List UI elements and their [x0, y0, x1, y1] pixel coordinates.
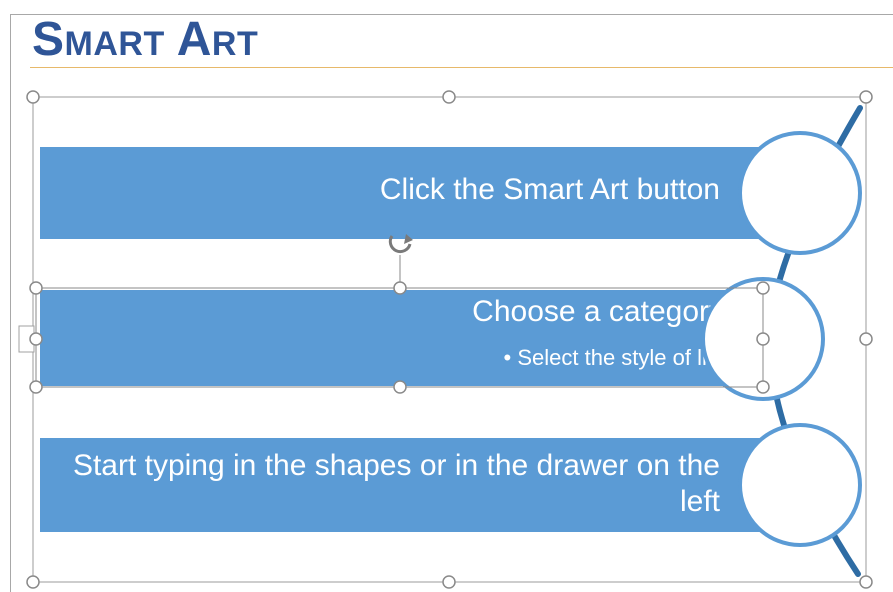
frame-handle-t — [442, 90, 456, 104]
rotate-handle-icon — [388, 234, 413, 254]
shape-handle-br — [756, 380, 770, 394]
shape-handle-bl — [29, 380, 43, 394]
frame-handle-bl — [26, 575, 40, 589]
frame-handle-b — [442, 575, 456, 589]
shape-handle-t — [393, 281, 407, 295]
selection-layer — [18, 90, 873, 589]
shape-handle-l — [29, 332, 43, 346]
shape-2-selection-border — [35, 287, 764, 388]
frame-handle-br — [859, 575, 873, 589]
smartart-circle-3 — [738, 423, 862, 547]
shape-handle-r — [756, 332, 770, 346]
shape-handle-tl — [29, 281, 43, 295]
frame-handle-tr — [859, 90, 873, 104]
smartart-circle-1 — [738, 131, 862, 255]
frame-handle-r — [859, 332, 873, 346]
frame-handle-tl — [26, 90, 40, 104]
shape-handle-tr — [756, 281, 770, 295]
shape-handles — [29, 281, 770, 394]
shape-handle-b — [393, 380, 407, 394]
